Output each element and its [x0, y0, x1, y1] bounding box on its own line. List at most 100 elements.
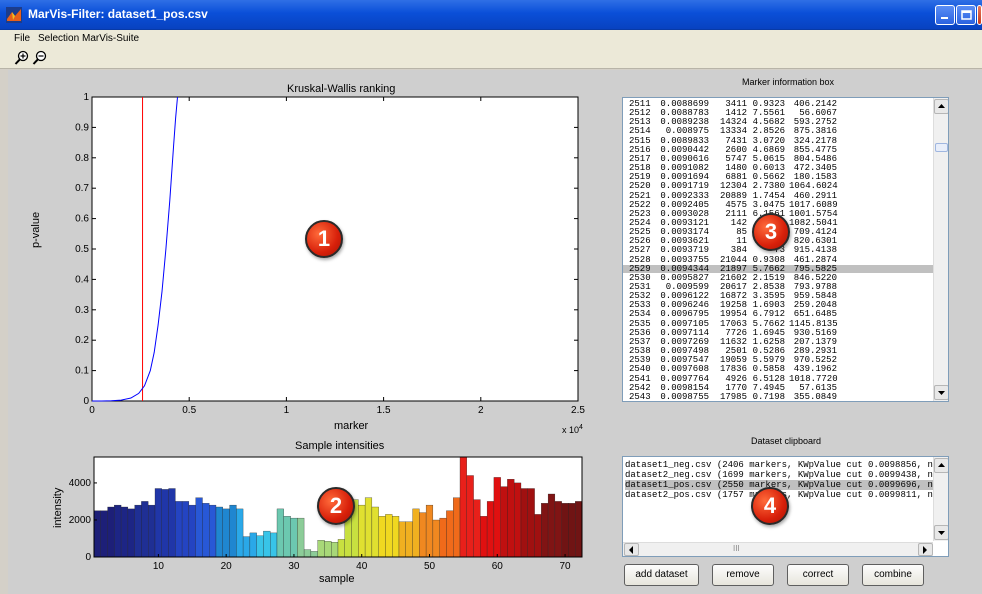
remove-button[interactable]: remove	[712, 564, 774, 586]
marker-cell: 17836	[719, 364, 747, 375]
bar	[297, 517, 305, 558]
menu-marvis-suite[interactable]: MarVis-Suite	[82, 33, 139, 44]
clipboard-hscrollbar[interactable]: III	[623, 542, 933, 556]
marker-row[interactable]: 2538 0.0097498 2501 0.5286 289.2931	[623, 346, 933, 355]
bar	[195, 497, 203, 558]
menu-selection[interactable]: Selection	[38, 33, 79, 44]
marker-row[interactable]: 2542 0.0098154 1770 7.4945 57.6135	[623, 382, 933, 393]
marker-cell: 2536	[629, 327, 651, 338]
zoom-out-icon[interactable]	[32, 50, 48, 66]
marker-row[interactable]: 2539 0.0097547 19059 5.5979 970.5252	[623, 355, 933, 364]
clip-scroll-up-button[interactable]	[934, 458, 948, 473]
marker-cell: 3.3595	[752, 291, 785, 302]
marker-list-scrollbar[interactable]	[933, 98, 948, 401]
marker-row[interactable]: 2537 0.0097269 11632 1.6258 207.1379	[623, 336, 933, 347]
clip-scroll-down-button[interactable]	[934, 525, 948, 540]
marker-row[interactable]: 2543 0.0098755 17985 0.7198 355.0849	[623, 391, 933, 402]
scroll-thumb[interactable]	[935, 143, 948, 152]
window-title: MarVis-Filter: dataset1_pos.csv	[28, 7, 208, 21]
bar	[358, 504, 366, 558]
add-dataset-button[interactable]: add dataset	[624, 564, 699, 586]
marker-cell: 2513	[629, 117, 651, 128]
maximize-button[interactable]	[956, 5, 976, 25]
bar	[161, 489, 169, 558]
marker-cell: 2534	[629, 309, 651, 320]
marker-cell: 7.4945	[752, 382, 785, 393]
marker-cell: 11632	[719, 336, 747, 347]
marker-cell: 0.0088783	[660, 108, 709, 119]
bar	[317, 540, 325, 558]
bar	[222, 508, 230, 558]
marker-cell: 17063	[719, 318, 747, 329]
minimize-button[interactable]	[935, 5, 955, 25]
zoom-in-icon[interactable]	[14, 50, 30, 66]
marker-cell: 19258	[719, 300, 747, 311]
x-tick-label: 50	[424, 561, 436, 572]
marker-cell: 5.7662	[752, 263, 785, 274]
combine-button[interactable]: combine	[862, 564, 924, 586]
marker-row[interactable]: 2516 0.0090442 2600 4.6869 855.4775	[623, 144, 933, 155]
scroll-up-button[interactable]	[934, 99, 948, 114]
marker-cell: 1480	[725, 163, 747, 174]
bar	[148, 504, 156, 558]
marker-cell: 21602	[719, 272, 747, 283]
marker-row[interactable]: 2531 0.009599 20617 2.8538 793.9788	[623, 282, 933, 291]
marker-cell: 2524	[629, 217, 651, 228]
marker-row[interactable]: 2534 0.0096795 19954 6.7912 651.6485	[623, 309, 933, 320]
marker-row[interactable]: 2514 0.008975 13334 2.8526 875.3816	[623, 127, 933, 136]
bar	[168, 488, 176, 558]
marker-row[interactable]: 2535 0.0097105 17063 5.7662 1145.8135	[623, 318, 933, 329]
marker-cell: 5.0615	[752, 153, 785, 164]
marker-cell: 0.0097764	[660, 373, 709, 384]
bar	[486, 501, 495, 558]
dataset-row[interactable]: dataset2_neg.csv (1699 markers, KWpValue…	[625, 470, 933, 480]
marker-cell: 0.0090442	[660, 144, 709, 155]
marker-row[interactable]: 2520 0.0091719 12304 2.7380 1064.6024	[623, 181, 933, 192]
bar	[107, 506, 115, 558]
marker-row[interactable]: 2536 0.0097114 7726 1.6945 930.5169	[623, 327, 933, 338]
bar	[154, 488, 162, 558]
ranking-chart[interactable]: 0 0.5 1 1.5 2 2.5 0 0.1 0.2 0.3 0.4 0.5 0.6 0.7 0.8 0.9…	[28, 92, 588, 422]
marker-cell: 1018.7720	[789, 373, 838, 384]
bar	[263, 530, 271, 558]
scroll-down-button[interactable]	[934, 385, 948, 400]
marker-row[interactable]: 2530 0.0095827 21602 2.1519 846.5220	[623, 272, 933, 283]
correct-button[interactable]: correct	[787, 564, 849, 586]
marker-row[interactable]: 2511 0.0088699 3411 0.9323 406.2142	[623, 99, 933, 109]
marker-row[interactable]: 2519 0.0091694 6881 0.5662 180.1583	[623, 172, 933, 183]
dataset-row[interactable]: dataset1_neg.csv (2406 markers, KWpValue…	[625, 460, 933, 470]
marker-cell: 324.2178	[793, 135, 837, 146]
bar	[283, 516, 291, 558]
marker-row[interactable]: 2518 0.0091082 1480 0.6013 472.3405	[623, 163, 933, 174]
marker-cell: 0.0098755	[660, 391, 709, 402]
marker-row[interactable]: 2529 0.0094344 21897 5.7662 795.5825	[623, 263, 933, 274]
marker-cell: 2520	[629, 181, 651, 192]
y-tick-label: 0.1	[75, 366, 89, 377]
marker-row[interactable]: 2515 0.0089833 7431 3.0720 324.2178	[623, 135, 933, 146]
marker-row[interactable]: 2512 0.0088783 1412 7.5561 56.6067	[623, 108, 933, 119]
marker-row[interactable]: 2521 0.0092333 20889 1.7454 460.2911	[623, 191, 933, 200]
marker-row[interactable]: 2541 0.0097764 4926 6.5128 1018.7720	[623, 373, 933, 384]
arrow-up-icon	[938, 104, 945, 108]
marker-information-list[interactable]: 2543 0.0098755 17985 0.7198 355.0849 2542 0.00…	[622, 97, 949, 402]
clip-scroll-right-button[interactable]	[918, 543, 933, 556]
marker-row[interactable]: 2513 0.0089238 14324 4.5682 593.2752	[623, 117, 933, 128]
marker-cell: 0.0089238	[660, 117, 709, 128]
marker-cell: 0.0091694	[660, 172, 709, 183]
marker-cell: 180.1583	[793, 172, 837, 183]
marker-row[interactable]: 2528 0.0093755 21044 0.9308 461.2874	[623, 255, 933, 264]
bar	[554, 501, 562, 558]
close-button[interactable]	[977, 5, 982, 25]
bar	[127, 508, 135, 558]
marker-row[interactable]: 2533 0.0096246 19258 1.6903 259.2048	[623, 300, 933, 311]
marker-row[interactable]: 2522 0.0092405 4575 3.0475 1017.6089	[623, 200, 933, 209]
clip-scroll-left-button[interactable]	[624, 543, 639, 556]
marker-cell: 804.5486	[793, 153, 837, 164]
marker-row[interactable]: 2517 0.0090616 5747 5.0615 804.5486	[623, 153, 933, 164]
marker-row[interactable]: 2540 0.0097608 17836 0.5858 439.1962	[623, 364, 933, 375]
clipboard-vscrollbar[interactable]	[933, 457, 948, 541]
marker-row[interactable]: 2532 0.0096122 16872 3.3595 959.5848	[623, 291, 933, 302]
marker-cell: 2527	[629, 245, 651, 256]
marker-cell: 0.0088699	[660, 99, 709, 109]
menu-file[interactable]: File	[14, 33, 30, 44]
